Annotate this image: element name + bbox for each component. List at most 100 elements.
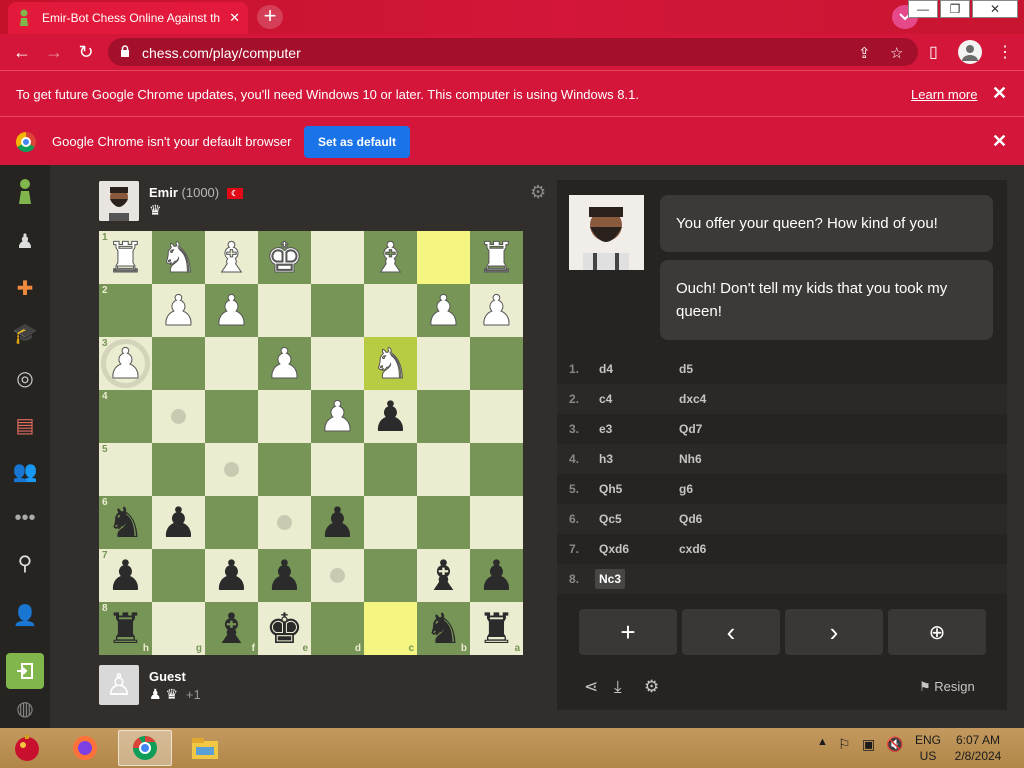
board-square[interactable]: ♟ [205, 549, 258, 602]
language-globe-icon[interactable]: ◍ [10, 693, 40, 723]
resign-button[interactable]: ⚑ Resign [919, 679, 975, 695]
board-square[interactable]: 7 ♟ [99, 549, 152, 602]
board-square[interactable]: ♜ [470, 231, 523, 284]
white-move[interactable]: d4 [599, 362, 679, 376]
black-pawn-piece[interactable]: ♟ [107, 554, 145, 597]
white-move[interactable]: Nc3 [595, 569, 626, 589]
profile-avatar[interactable] [958, 40, 982, 64]
board-square[interactable] [470, 496, 523, 549]
board-square[interactable]: ♟ [258, 337, 311, 390]
analysis-button[interactable]: ⊕ [888, 609, 986, 655]
board-square[interactable] [258, 443, 311, 496]
watch-binoculars-icon[interactable]: ◎ [10, 363, 40, 393]
black-rook-piece[interactable]: ♜ [107, 607, 145, 650]
black-pawn-piece[interactable]: ♟ [266, 554, 304, 597]
board-square[interactable]: b ♞ [417, 602, 470, 655]
close-infobar-icon[interactable]: ✕ [992, 83, 1007, 104]
board-square[interactable] [470, 443, 523, 496]
board-square[interactable]: d [311, 602, 364, 655]
volume-muted-icon[interactable]: 🔇 [886, 736, 903, 753]
black-knight-piece[interactable]: ♞ [107, 501, 145, 544]
board-square[interactable] [311, 337, 364, 390]
board-square[interactable] [152, 390, 205, 443]
black-move[interactable]: Nh6 [679, 452, 759, 466]
board-square[interactable]: ♝ [364, 231, 417, 284]
board-square[interactable] [364, 549, 417, 602]
new-game-button[interactable]: + [579, 609, 677, 655]
white-king-piece[interactable]: ♚ [265, 236, 304, 279]
black-bishop-piece[interactable]: ♝ [213, 607, 251, 650]
show-hidden-icons[interactable]: ▲ [817, 736, 828, 748]
black-pawn-piece[interactable]: ♟ [372, 395, 410, 438]
board-square[interactable] [311, 443, 364, 496]
set-default-button[interactable]: Set as default [304, 126, 410, 158]
share-icon[interactable]: ⇪ [858, 44, 871, 62]
more-dots-icon[interactable]: ••• [10, 503, 40, 533]
chess-board[interactable]: 1 ♜ ♞ ♝ ♚ ♝ ♜ 2 ♟ ♟ ♟ ♟ 3 ♟ ♟ ♞ 4 ♟ ♟ 5 6 ♞ ♟ ♟ 7 ♟ ♟ ♟ ♝ ♟ 8 h ♜ g f ♝ e ♚ d c… [99, 231, 523, 655]
board-square[interactable]: ♞ [152, 231, 205, 284]
settings-gear-icon[interactable]: ⚙ [644, 677, 659, 697]
search-icon[interactable]: ⚲ [10, 548, 40, 578]
opponent-name[interactable]: Emir [149, 185, 178, 200]
board-square[interactable] [470, 390, 523, 443]
board-square[interactable]: g [152, 602, 205, 655]
black-move[interactable]: Qd7 [679, 422, 759, 436]
black-bishop-piece[interactable]: ♝ [425, 554, 463, 597]
board-square[interactable]: ♟ [258, 549, 311, 602]
action-center-flag-icon[interactable]: ⚐ [838, 736, 851, 753]
board-square[interactable]: ♟ [152, 284, 205, 337]
board-square[interactable]: ♚ [258, 231, 311, 284]
forward-button[interactable]: → [43, 42, 65, 62]
system-clock[interactable]: 6:07 AM 2/8/2024 [948, 732, 1008, 764]
board-square[interactable]: ♟ [364, 390, 417, 443]
board-square[interactable]: 6 ♞ [99, 496, 152, 549]
white-move[interactable]: h3 [599, 452, 679, 466]
white-pawn-piece[interactable]: ♟ [318, 395, 357, 438]
back-button[interactable]: ← [11, 42, 33, 62]
board-square[interactable] [311, 284, 364, 337]
white-move[interactable]: Qc5 [599, 512, 679, 526]
close-infobar-icon[interactable]: ✕ [992, 131, 1007, 152]
share-icon[interactable]: ⋖ [584, 677, 598, 697]
reload-button[interactable]: ↻ [75, 42, 97, 62]
board-square[interactable] [417, 337, 470, 390]
address-bar[interactable]: chess.com/play/computer ⇪ ☆ [108, 38, 918, 66]
minimize-button[interactable]: — [908, 0, 938, 18]
board-square[interactable]: ♞ [364, 337, 417, 390]
board-square[interactable] [152, 443, 205, 496]
board-square[interactable] [152, 337, 205, 390]
board-square[interactable]: c [364, 602, 417, 655]
move-hint-dot[interactable] [277, 515, 292, 530]
move-hint-dot[interactable] [224, 462, 239, 477]
restore-button[interactable]: ❐ [940, 0, 970, 18]
learn-graduation-cap-icon[interactable]: 🎓 [10, 318, 40, 348]
black-move[interactable]: cxd6 [679, 542, 759, 556]
board-square[interactable]: e ♚ [258, 602, 311, 655]
firefox-taskbar-icon[interactable] [58, 730, 112, 766]
board-square[interactable]: 1 ♜ [99, 231, 152, 284]
board-square[interactable]: ♟ [152, 496, 205, 549]
board-square[interactable]: 5 [99, 443, 152, 496]
close-window-button[interactable]: ✕ [972, 0, 1018, 18]
board-square[interactable]: ♟ [417, 284, 470, 337]
board-square[interactable] [417, 390, 470, 443]
file-explorer-taskbar-icon[interactable] [178, 730, 232, 766]
board-square[interactable] [258, 284, 311, 337]
bookmark-star-icon[interactable]: ☆ [890, 44, 903, 62]
black-pawn-piece[interactable]: ♟ [319, 501, 357, 544]
board-square[interactable] [417, 231, 470, 284]
chess-logo-icon[interactable] [10, 177, 40, 207]
white-bishop-piece[interactable]: ♝ [371, 236, 410, 279]
board-square[interactable] [364, 284, 417, 337]
board-square[interactable]: ♟ [470, 284, 523, 337]
board-square[interactable]: ♝ [205, 231, 258, 284]
network-icon[interactable]: ▣ [862, 736, 875, 753]
board-square[interactable] [364, 496, 417, 549]
puzzles-icon[interactable]: ✚ [10, 273, 40, 303]
previous-move-button[interactable]: ‹ [682, 609, 780, 655]
new-tab-button[interactable]: + [257, 5, 283, 29]
white-move[interactable]: Qh5 [599, 482, 679, 496]
board-square[interactable]: f ♝ [205, 602, 258, 655]
side-panel-icon[interactable]: ▯ [929, 42, 938, 62]
move-hint-dot[interactable] [330, 568, 345, 583]
